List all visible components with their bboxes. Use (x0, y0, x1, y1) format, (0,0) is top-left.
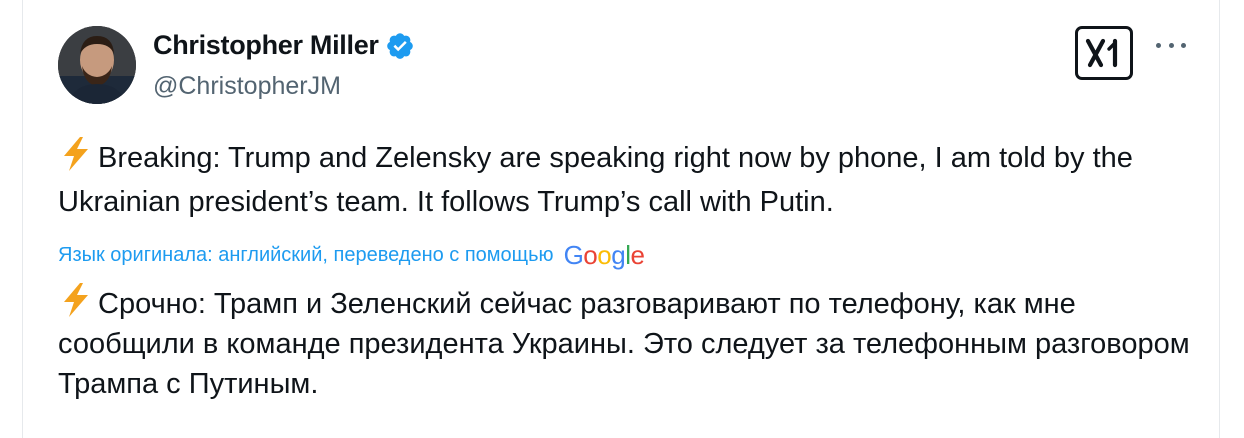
tweet-original-text: Breaking: Trump and Zelensky are speakin… (58, 136, 1198, 224)
author-name-row[interactable]: Christopher Miller (153, 30, 415, 61)
lightning-bolt-emoji (64, 283, 88, 317)
translated-text-content: Срочно: Трамп и Зеленский сейчас разгова… (58, 288, 1190, 400)
more-options-icon[interactable] (1156, 38, 1186, 52)
author-name[interactable]: Christopher Miller (153, 30, 379, 61)
verified-badge-icon (386, 32, 413, 59)
author-handle[interactable]: @ChristopherJM (153, 72, 341, 101)
more-dot (1168, 42, 1174, 48)
original-text-content: Breaking: Trump and Zelensky are speakin… (58, 142, 1133, 218)
more-dot (1156, 42, 1161, 48)
translation-notice[interactable]: Язык оригинала: английский, переведено с… (58, 240, 645, 271)
google-logo: Google (563, 240, 645, 270)
avatar[interactable] (58, 26, 136, 104)
x-logo-icon[interactable] (1075, 26, 1133, 80)
avatar-image (58, 26, 136, 104)
translation-notice-text[interactable]: Язык оригинала: английский, переведено с… (58, 244, 554, 267)
lightning-bolt-emoji (64, 137, 88, 171)
x-logo-glyph (1085, 38, 1118, 68)
tweet-translated-text: Срочно: Трамп и Зеленский сейчас разгова… (58, 282, 1198, 404)
more-dot (1181, 42, 1186, 48)
